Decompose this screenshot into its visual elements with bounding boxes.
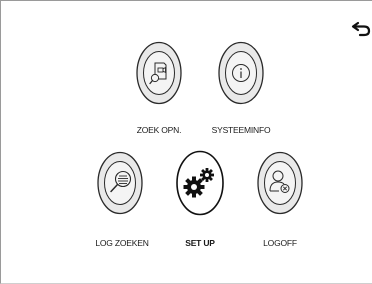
logoff-button[interactable] — [257, 151, 303, 215]
search-recording-icon — [136, 41, 182, 105]
back-arrow-icon — [351, 21, 371, 37]
back-button[interactable] — [351, 20, 371, 38]
zoek-opn-label: ZOEK OPN. — [136, 125, 182, 135]
systeeminfo-label: SYSTEEMINFO — [211, 125, 271, 135]
log-search-icon — [97, 151, 143, 215]
set-up-label: SET UP — [185, 238, 215, 248]
systeeminfo-button[interactable] — [218, 41, 264, 105]
log-zoeken-button[interactable] — [97, 151, 143, 215]
log-zoeken-label: LOG ZOEKEN — [95, 238, 149, 248]
user-logoff-icon — [257, 151, 303, 215]
zoek-opn-button[interactable] — [136, 41, 182, 105]
logoff-label: LOGOFF — [263, 238, 297, 248]
gears-icon — [176, 150, 224, 216]
info-icon — [218, 41, 264, 105]
set-up-button[interactable] — [176, 150, 224, 216]
